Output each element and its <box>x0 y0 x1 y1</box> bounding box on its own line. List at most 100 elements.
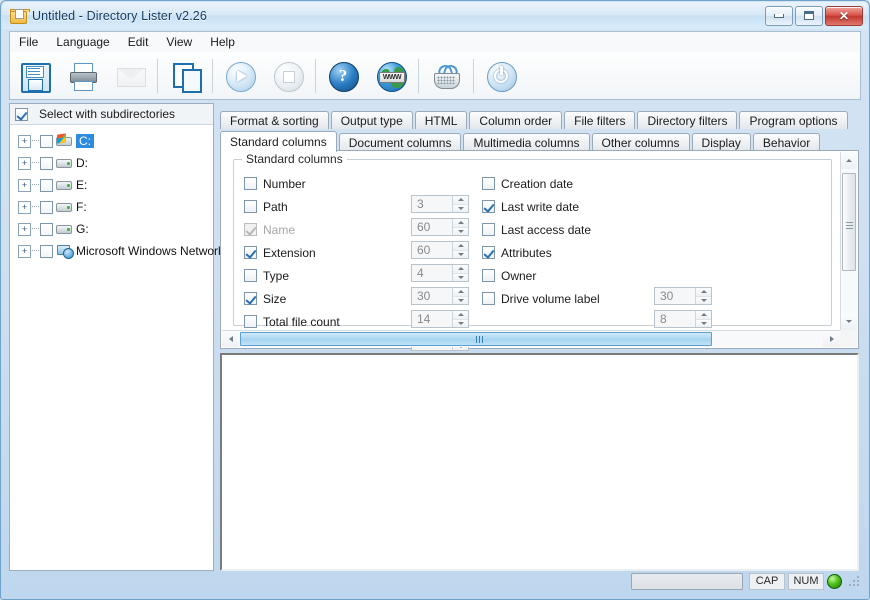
mail-icon <box>115 61 146 91</box>
size-label: Size <box>263 291 287 306</box>
standard-columns-panel: Standard columns Number 3 Path 60 Name 6… <box>220 150 859 351</box>
menu-file[interactable]: File <box>10 32 47 52</box>
maximize-button[interactable] <box>795 5 823 26</box>
menu-help[interactable]: Help <box>201 32 244 52</box>
last-write-date-checkbox[interactable] <box>482 200 495 213</box>
minimize-icon <box>774 13 784 18</box>
extension-checkbox[interactable] <box>244 246 257 259</box>
scroll-up-icon[interactable] <box>841 152 857 169</box>
tree-checkbox[interactable] <box>40 244 53 258</box>
toolbar-start-button[interactable] <box>216 54 264 98</box>
scroll-down-icon[interactable] <box>841 313 857 330</box>
expand-icon[interactable]: + <box>18 156 31 170</box>
total-file-count-label: Total file count <box>263 314 340 329</box>
window-title: Untitled - Directory Lister v2.26 <box>32 8 207 23</box>
tab-document-columns[interactable]: Document columns <box>338 133 462 151</box>
size-checkbox[interactable] <box>244 292 257 305</box>
expand-icon[interactable]: + <box>18 244 31 258</box>
horizontal-scroll-track[interactable] <box>239 331 823 347</box>
tab-row-secondary: Standard columns Document columns Multim… <box>220 130 859 152</box>
toolbar-save-button[interactable] <box>10 54 58 98</box>
tree-item-c[interactable]: + C: <box>10 130 213 152</box>
close-icon: ✕ <box>838 8 850 23</box>
tab-file-filters[interactable]: File filters <box>564 111 636 129</box>
path-checkbox[interactable] <box>244 200 257 213</box>
vertical-scroll-track[interactable] <box>841 169 857 313</box>
tree-item-g[interactable]: + G: <box>10 218 213 240</box>
tab-program-options[interactable]: Program options <box>739 111 848 129</box>
menu-edit[interactable]: Edit <box>119 32 158 52</box>
tab-format-sorting[interactable]: Format & sorting <box>220 111 329 129</box>
tree-item-label: D: <box>76 156 88 170</box>
tree-item-network[interactable]: + Microsoft Windows Network <box>10 240 224 262</box>
spin-up-icon[interactable] <box>696 311 711 320</box>
output-preview-list[interactable] <box>220 353 859 571</box>
menu-view[interactable]: View <box>157 32 201 52</box>
tree-item-d[interactable]: + D: <box>10 152 213 174</box>
spin-down-icon[interactable] <box>696 319 711 327</box>
panel-horizontal-scrollbar[interactable] <box>222 330 840 347</box>
tab-directory-filters[interactable]: Directory filters <box>637 111 738 129</box>
tree-items: + C: + D: + E: + F: + G: + Microsoft Win… <box>10 125 224 262</box>
drive-volume-label-width-spinner[interactable]: 8 <box>654 310 712 328</box>
scrollbar-corner <box>840 330 857 347</box>
tab-other-columns[interactable]: Other columns <box>591 133 690 151</box>
tree-connector <box>32 250 39 252</box>
expand-icon[interactable]: + <box>18 178 31 192</box>
tree-checkbox[interactable] <box>40 222 53 236</box>
expand-icon[interactable]: + <box>18 134 31 148</box>
tree-checkbox[interactable] <box>40 178 53 192</box>
tab-output-type[interactable]: Output type <box>330 111 413 129</box>
menu-language[interactable]: Language <box>47 32 118 52</box>
status-bar: CAP NUM <box>9 571 861 591</box>
tab-display[interactable]: Display <box>691 133 751 151</box>
option-row-size: Size 14 <box>244 287 469 328</box>
option-row-name: Name 60 <box>244 218 469 259</box>
expand-icon[interactable]: + <box>18 222 31 236</box>
application-window: Untitled - Directory Lister v2.26 ✕ File… <box>0 0 870 600</box>
drive-volume-label-checkbox[interactable] <box>482 292 495 305</box>
tab-standard-columns[interactable]: Standard columns <box>220 131 337 152</box>
scroll-right-icon[interactable] <box>823 331 840 347</box>
scroll-left-icon[interactable] <box>222 331 239 347</box>
total-file-count-checkbox[interactable] <box>244 315 257 328</box>
vertical-scroll-thumb[interactable] <box>842 173 856 271</box>
status-led-icon <box>827 573 842 589</box>
owner-checkbox[interactable] <box>482 269 495 282</box>
tree-item-e[interactable]: + E: <box>10 174 213 196</box>
toolbar: ? WWW <box>9 52 861 100</box>
print-icon <box>67 61 97 91</box>
expand-icon[interactable]: + <box>18 200 31 214</box>
save-icon <box>19 61 51 93</box>
last-access-date-checkbox[interactable] <box>482 223 495 236</box>
tab-behavior[interactable]: Behavior <box>752 133 821 151</box>
tree-checkbox[interactable] <box>40 200 53 214</box>
select-with-subdirectories-checkbox[interactable] <box>15 107 28 121</box>
toolbar-print-button[interactable] <box>58 54 106 98</box>
toolbar-separator <box>315 58 316 93</box>
tree-checkbox[interactable] <box>40 156 53 170</box>
close-button[interactable]: ✕ <box>825 5 863 26</box>
select-with-subdirectories-row[interactable]: Select with subdirectories <box>10 104 213 125</box>
tree-checkbox[interactable] <box>40 134 53 148</box>
tab-column-order[interactable]: Column order <box>469 111 563 129</box>
toolbar-exit-button[interactable] <box>477 54 525 98</box>
number-checkbox[interactable] <box>244 177 257 190</box>
creation-date-checkbox[interactable] <box>482 177 495 190</box>
panel-vertical-scrollbar[interactable] <box>840 152 857 330</box>
horizontal-scroll-thumb[interactable] <box>240 332 712 346</box>
option-row-last-write-date: Last write date <box>482 195 712 218</box>
tab-html[interactable]: HTML <box>414 111 468 129</box>
type-checkbox[interactable] <box>244 269 257 282</box>
toolbar-copy-button[interactable] <box>161 54 209 98</box>
toolbar-buy-button[interactable] <box>422 54 470 98</box>
minimize-button[interactable] <box>765 5 793 26</box>
toolbar-website-button[interactable]: WWW <box>367 54 415 98</box>
tree-item-f[interactable]: + F: <box>10 196 213 218</box>
resize-grip[interactable] <box>848 575 861 588</box>
toolbar-help-button[interactable]: ? <box>319 54 367 98</box>
option-row-last-access-date: Last access date <box>482 218 712 241</box>
option-row-extension: Extension 4 <box>244 241 469 282</box>
tab-multimedia-columns[interactable]: Multimedia columns <box>463 133 590 151</box>
attributes-checkbox[interactable] <box>482 246 495 259</box>
